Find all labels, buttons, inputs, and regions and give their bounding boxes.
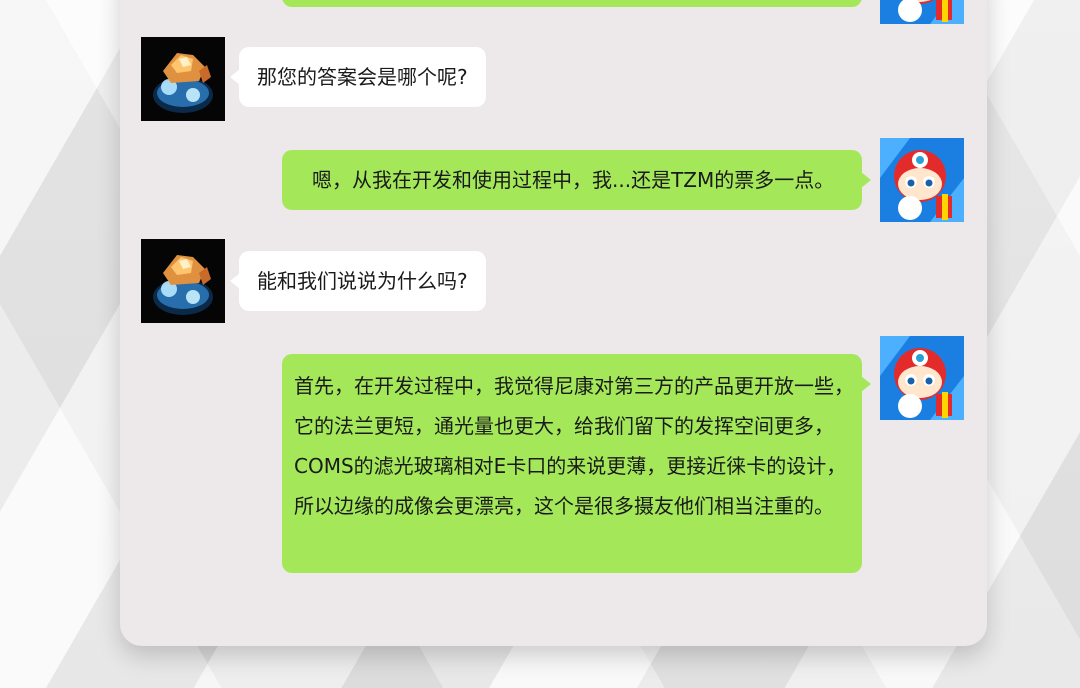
glowing-rock-avatar-icon[interactable] bbox=[141, 239, 225, 323]
glowing-rock-avatar-icon[interactable] bbox=[141, 37, 225, 121]
message-text: 能和我们说说为什么吗? bbox=[257, 269, 468, 293]
message-text: 那您的答案会是哪个呢? bbox=[257, 65, 468, 89]
outgoing-message-bubble[interactable]: 首先，在开发过程中，我觉得尼康对第三方的产品更开放一些，它的法兰更短，通光量也更… bbox=[282, 354, 871, 573]
message-text: 首先，在开发过程中，我觉得尼康对第三方的产品更开放一些，它的法兰更短，通光量也更… bbox=[294, 374, 854, 518]
outgoing-message-bubble[interactable] bbox=[282, 0, 862, 7]
message-text: 嗯，从我在开发和使用过程中，我...还是TZM的票多一点。 bbox=[312, 168, 835, 192]
robot-hero-avatar-icon[interactable] bbox=[880, 336, 964, 420]
outgoing-message-bubble[interactable]: 嗯，从我在开发和使用过程中，我...还是TZM的票多一点。 bbox=[282, 150, 871, 210]
incoming-message-bubble[interactable]: 那您的答案会是哪个呢? bbox=[230, 47, 486, 107]
incoming-message-bubble[interactable]: 能和我们说说为什么吗? bbox=[230, 251, 486, 311]
robot-hero-avatar-icon[interactable] bbox=[880, 138, 964, 222]
robot-hero-avatar-icon[interactable] bbox=[880, 0, 964, 24]
